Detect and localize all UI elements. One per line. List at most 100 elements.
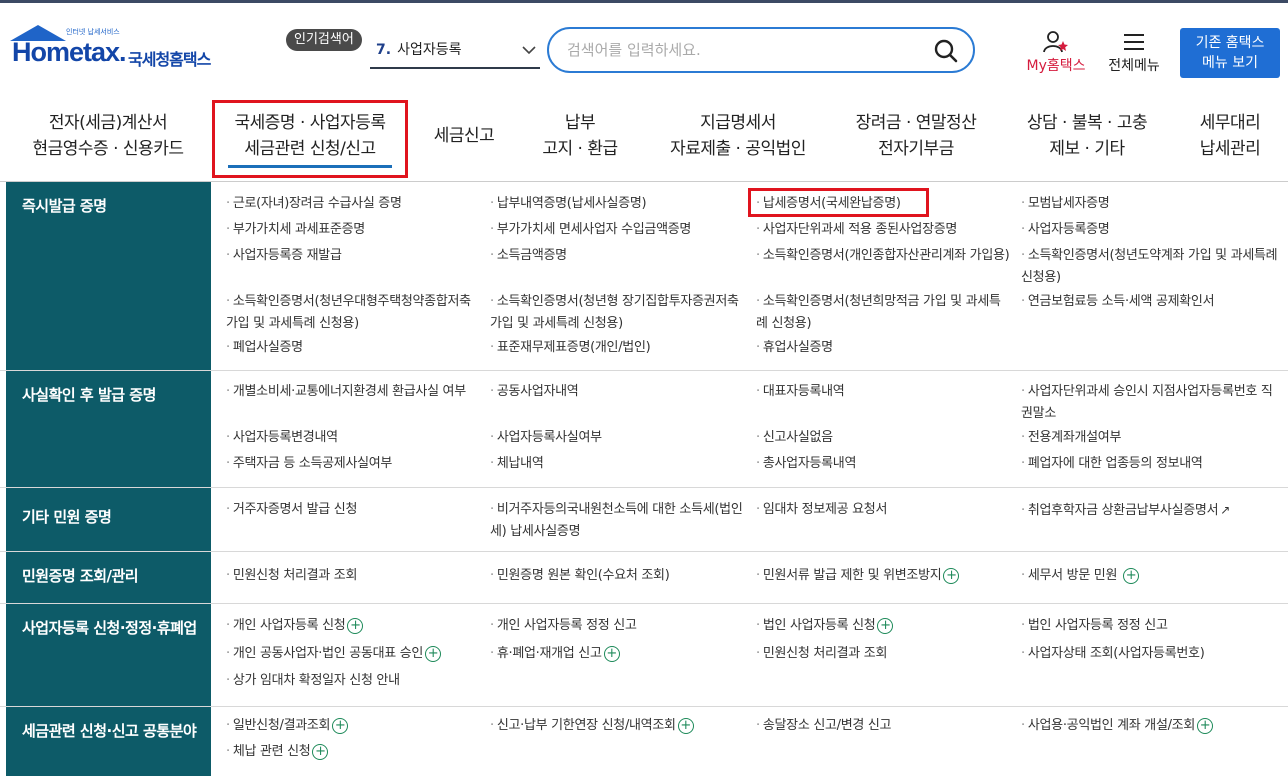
section-title[interactable]: 민원증명 조회/관리	[6, 552, 211, 603]
menu-link[interactable]: 사업자등록증 재발급	[226, 245, 481, 267]
menu-link[interactable]: 폐업자에 대한 업종등의 정보내역	[1021, 453, 1281, 475]
nav-tax-filing[interactable]: 세금신고	[424, 123, 504, 149]
menu-link[interactable]: 사업자등록사실여부	[490, 427, 745, 449]
section-title[interactable]: 기타 민원 증명	[6, 488, 211, 551]
menu-link[interactable]: 공동사업자내역	[490, 381, 745, 403]
menu-link[interactable]: 휴업사실증명	[756, 337, 1011, 359]
highlight-box-tax-payment-certificate	[748, 188, 929, 217]
all-menu-label: 전체메뉴	[1108, 58, 1160, 74]
menu-link[interactable]: 소득확인증명서(청년희망적금 가입 및 과세특례 신청용)	[756, 291, 1011, 335]
nav-label-line2: 고지 · 환급	[542, 139, 618, 159]
menu-link[interactable]: 민원신청 처리결과 조회	[226, 565, 481, 587]
menu-link[interactable]: 납부내역증명(납세사실증명)	[490, 193, 745, 215]
plus-icon[interactable]: +	[312, 743, 329, 760]
popular-search-dropdown[interactable]: 7. 사업자등록	[370, 35, 540, 69]
menu-link[interactable]: 폐업사실증명	[226, 337, 481, 359]
menu-link[interactable]: 부가가치세 면세사업자 수입금액증명	[490, 219, 745, 241]
menu-link[interactable]: 세무서 방문 민원 +	[1021, 565, 1281, 587]
my-hometax-button[interactable]: My홈택스	[1018, 31, 1094, 75]
search-input[interactable]	[567, 39, 927, 61]
menu-link-label: 신고·납부 기한연장 신청/내역조회	[496, 718, 676, 733]
nav-label-line1: 세무대리	[1199, 113, 1261, 133]
menu-link[interactable]: 사업자단위과세 적용 종된사업장증명	[756, 219, 1011, 241]
nav-payment-statement[interactable]: 지급명세서 자료제출 · 공익법인	[660, 110, 816, 162]
menu-link[interactable]: 사업자단위과세 승인시 지점사업자등록번호 직권말소	[1021, 381, 1281, 425]
menu-link-label: 사업용·공익법인 계좌 개설/조회	[1027, 718, 1196, 733]
nav-label-line2: 현금영수증 · 신용카드	[32, 139, 184, 159]
menu-link[interactable]: 체납내역	[490, 453, 745, 475]
plus-icon[interactable]: +	[347, 617, 364, 634]
menu-link[interactable]: 사업자등록증명	[1021, 219, 1281, 241]
user-icon	[1042, 31, 1070, 57]
menu-link[interactable]: 근로(자녀)장려금 수급사실 증명	[226, 193, 481, 215]
menu-link[interactable]: 상가 임대차 확정일자 신청 안내	[226, 670, 481, 692]
nav-e-invoice[interactable]: 전자(세금)계산서 현금영수증 · 신용카드	[28, 110, 188, 162]
chevron-down-icon	[522, 35, 536, 77]
menu-link[interactable]: 체납 관련 신청+	[226, 741, 481, 763]
plus-icon[interactable]: +	[1197, 717, 1214, 734]
menu-link[interactable]: 사업자상태 조회(사업자등록번호)	[1021, 643, 1281, 665]
menu-link[interactable]: 소득확인증명서(청년우대형주택청약종합저축 가입 및 과세특례 신청용)	[226, 291, 481, 335]
menu-link[interactable]: 연금보험료등 소득·세액 공제확인서	[1021, 291, 1281, 313]
nav-label-line1: 전자(세금)계산서	[48, 113, 168, 133]
menu-link[interactable]: 법인 사업자등록 정정 신고	[1021, 615, 1281, 637]
menu-link[interactable]: 주택자금 등 소득공제사실여부	[226, 453, 481, 475]
plus-icon[interactable]: +	[877, 617, 894, 634]
plus-icon[interactable]: +	[425, 645, 442, 662]
section-title[interactable]: 사업자등록 신청·정정·휴폐업	[6, 604, 211, 706]
menu-link[interactable]: 거주자증명서 발급 신청	[226, 499, 481, 521]
plus-icon[interactable]: +	[677, 717, 694, 734]
section-title[interactable]: 세금관련 신청·신고 공통분야	[6, 707, 211, 776]
menu-link[interactable]: 임대차 정보제공 요청서	[756, 499, 1011, 521]
menu-link[interactable]: 총사업자등록내역	[756, 453, 1011, 475]
menu-link[interactable]: 취업후학자금 상환금납부사실증명서↗	[1021, 499, 1285, 522]
menu-link[interactable]: 소득금액증명	[490, 245, 745, 267]
menu-link[interactable]: 사업용·공익법인 계좌 개설/조회+	[1021, 715, 1285, 737]
menu-link[interactable]: 전용계좌개설여부	[1021, 427, 1281, 449]
search-icon[interactable]	[933, 38, 959, 64]
menu-link-label: 개인 사업자등록 신청	[232, 618, 346, 633]
menu-link[interactable]: 비거주자등의국내원천소득에 대한 소득세(법인세) 납세사실증명	[490, 499, 745, 543]
hamburger-icon	[1123, 33, 1145, 55]
nav-consultation[interactable]: 상담 · 불복 · 고충 제보 · 기타	[1012, 110, 1162, 162]
menu-link[interactable]: 신고사실없음	[756, 427, 1011, 449]
menu-link[interactable]: 소득확인증명서(개인종합자산관리계좌 가입용)	[756, 245, 1011, 267]
menu-link[interactable]: 개인 공동사업자·법인 공동대표 승인+	[226, 643, 486, 665]
nav-incentive[interactable]: 장려금 · 연말정산 전자기부금	[838, 110, 994, 162]
menu-link[interactable]: 소득확인증명서(청년도약계좌 가입 및 과세특례 신청용)	[1021, 245, 1281, 289]
plus-icon[interactable]: +	[1122, 567, 1139, 584]
menu-link[interactable]: 신고·납부 기한연장 신청/내역조회+	[490, 715, 750, 737]
hometax-logo[interactable]: 인터넷 납세서비스 Hometax. 국세청홈택스	[6, 25, 226, 75]
menu-link[interactable]: 개인 사업자등록 정정 신고	[490, 615, 745, 637]
menu-link[interactable]: 송달장소 신고/변경 신고	[756, 715, 1011, 737]
search-box	[547, 27, 975, 73]
plus-icon[interactable]: +	[943, 567, 960, 584]
menu-link[interactable]: 표준재무제표증명(개인/법인)	[490, 337, 745, 359]
menu-link[interactable]: 개별소비세·교통에너지환경세 환급사실 여부	[226, 381, 481, 403]
nav-label-line1: 장려금 · 연말정산	[855, 113, 977, 133]
menu-link[interactable]: 일반신청/결과조회+	[226, 715, 481, 737]
submenu-panel: 즉시발급 증명 근로(자녀)장려금 수급사실 증명 납부내역증명(납세사실증명)…	[0, 181, 1288, 776]
menu-link[interactable]: 모범납세자증명	[1021, 193, 1281, 215]
nav-tax-agent[interactable]: 세무대리 납세관리	[1180, 110, 1280, 162]
all-menu-button[interactable]: 전체메뉴	[1102, 31, 1166, 75]
nav-payment[interactable]: 납부 고지 · 환급	[525, 110, 635, 162]
menu-link[interactable]: 법인 사업자등록 신청+	[756, 615, 1011, 637]
section-other-certificates: 기타 민원 증명 거주자증명서 발급 신청 비거주자등의국내원천소득에 대한 소…	[0, 488, 1288, 552]
plus-icon[interactable]: +	[332, 717, 349, 734]
menu-link[interactable]: 민원신청 처리결과 조회	[756, 643, 1011, 665]
plus-icon[interactable]: +	[603, 645, 620, 662]
menu-link[interactable]: 사업자등록변경내역	[226, 427, 481, 449]
menu-link[interactable]: 민원서류 발급 제한 및 위변조방지+	[756, 565, 1011, 587]
menu-link[interactable]: 소득확인증명서(청년형 장기집합투자증권저축 가입 및 과세특례 신청용)	[490, 291, 745, 335]
section-title[interactable]: 사실확인 후 발급 증명	[6, 371, 211, 487]
menu-link[interactable]: 휴·폐업·재개업 신고+	[490, 643, 745, 665]
menu-link[interactable]: 민원증명 원본 확인(수요처 조회)	[490, 565, 745, 587]
old-hometax-menu-button[interactable]: 기존 홈택스 메뉴 보기	[1180, 28, 1280, 78]
menu-link[interactable]: 대표자등록내역	[756, 381, 1011, 403]
menu-link[interactable]: 개인 사업자등록 신청+	[226, 615, 481, 637]
menu-link[interactable]: 부가가치세 과세표준증명	[226, 219, 481, 241]
section-title[interactable]: 즉시발급 증명	[6, 182, 211, 370]
section-business-registration: 사업자등록 신청·정정·휴폐업 개인 사업자등록 신청+ 개인 사업자등록 정정…	[0, 604, 1288, 707]
header: 인터넷 납세서비스 Hometax. 국세청홈택스 인기검색어 7. 사업자등록 …	[0, 3, 1288, 88]
